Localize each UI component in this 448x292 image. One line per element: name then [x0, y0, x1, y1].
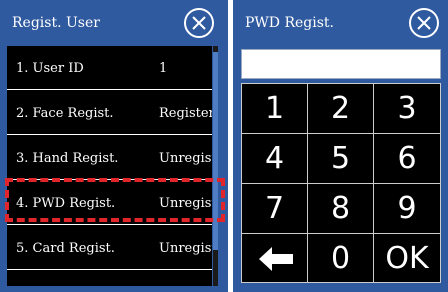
key-8[interactable]: 8 — [308, 184, 374, 234]
list-item-label: 3. Hand Regist. — [16, 151, 119, 166]
page-title: Regist. User — [12, 15, 100, 31]
left-arrow-icon — [259, 247, 293, 271]
list-item-hand-regist[interactable]: 3. Hand Regist. Unregist — [7, 136, 212, 180]
list-item-pwd-regist[interactable]: 4. PWD Regist. Unregist — [7, 181, 212, 225]
list-item-label: 1. User ID — [16, 61, 84, 76]
list-item-value: 1 — [159, 61, 168, 76]
key-4[interactable]: 4 — [242, 134, 308, 184]
list-item-value: Unregist — [159, 151, 212, 166]
key-6[interactable]: 6 — [374, 134, 440, 184]
list-item-label: 4. PWD Regist. — [16, 196, 116, 211]
title-bar: Regist. User — [0, 0, 228, 48]
backspace-key[interactable] — [242, 234, 308, 282]
list-item-face-regist[interactable]: 2. Face Regist. Register — [7, 91, 212, 135]
pwd-regist-panel: PWD Regist. 1 2 3 4 5 6 7 8 9 0 OK — [233, 0, 448, 292]
key-0[interactable]: 0 — [308, 234, 374, 282]
ok-button[interactable]: OK — [374, 234, 440, 282]
list-item-label: 2. Face Regist. — [16, 106, 114, 121]
key-5[interactable]: 5 — [308, 134, 374, 184]
password-input[interactable] — [241, 49, 441, 79]
list-item-user-id[interactable]: 1. User ID 1 — [7, 46, 212, 90]
page-title: PWD Regist. — [245, 15, 335, 31]
key-1[interactable]: 1 — [242, 84, 308, 134]
regist-user-panel: Regist. User 1. User ID 1 2. Face Regist… — [0, 0, 228, 292]
list-item-label: 5. Card Regist. — [16, 241, 115, 256]
list-item-card-regist[interactable]: 5. Card Regist. Unregist — [7, 226, 212, 270]
scrollbar-thumb[interactable] — [213, 52, 218, 250]
list-item-value: Unregist — [159, 241, 212, 256]
title-bar: PWD Regist. — [233, 0, 448, 48]
close-icon — [409, 8, 439, 38]
close-button[interactable] — [183, 7, 215, 39]
close-button[interactable] — [408, 7, 440, 39]
key-3[interactable]: 3 — [374, 84, 440, 134]
key-9[interactable]: 9 — [374, 184, 440, 234]
key-2[interactable]: 2 — [308, 84, 374, 134]
list-item-value: Unregist — [159, 196, 212, 211]
menu-list: 1. User ID 1 2. Face Regist. Register 3.… — [7, 46, 212, 286]
scrollbar[interactable] — [213, 46, 218, 286]
numeric-keypad: 1 2 3 4 5 6 7 8 9 0 OK — [241, 83, 441, 283]
list-item-value: Register — [159, 106, 212, 121]
key-7[interactable]: 7 — [242, 184, 308, 234]
close-icon — [184, 8, 214, 38]
